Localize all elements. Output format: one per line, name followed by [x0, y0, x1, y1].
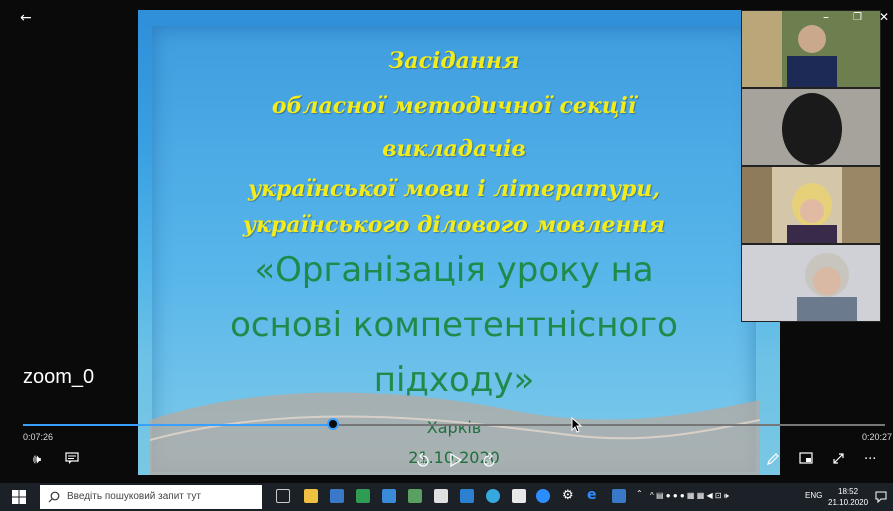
notification-icon[interactable] [875, 491, 887, 503]
participant-video-2[interactable] [741, 88, 881, 166]
photos-icon[interactable] [382, 489, 396, 503]
participant-video-4[interactable] [741, 244, 881, 322]
minimize-button[interactable]: – [823, 10, 829, 24]
participant-2-image [742, 89, 880, 165]
app-icon-2[interactable] [434, 489, 448, 503]
fullscreen-icon[interactable] [832, 452, 845, 469]
search-icon [48, 491, 60, 503]
tray-icons[interactable]: ^ ▤ ● ● ● ▦ ▦ ◀ ⊡ 🕪 [650, 491, 729, 501]
seek-bar-progress [23, 424, 334, 426]
seek-bar[interactable] [23, 418, 885, 430]
zoom-app-icon[interactable] [536, 489, 550, 503]
current-time: 0:07:26 [23, 432, 54, 442]
task-view-icon[interactable] [276, 489, 290, 503]
slide-topic-line-1: «Організація уроку на [254, 250, 654, 290]
edge-icon[interactable]: e [587, 487, 601, 503]
taskbar: Введіть пошуковий запит тут ⚙ e ⌃ ^ ▤ ● … [0, 483, 893, 511]
tray-chevron-icon[interactable]: ⌃ [636, 489, 643, 498]
maximize-button[interactable]: ❐ [853, 12, 862, 23]
app-icon-3[interactable] [612, 489, 626, 503]
slide-heading-line-5: українського ділового мовлення [242, 212, 666, 238]
slide-heading-line-2: обласної методичної секції [271, 93, 637, 119]
clock-time: 18:52 [838, 487, 859, 496]
settings-icon[interactable]: ⚙ [562, 488, 576, 503]
skip-forward-icon[interactable]: 30 [480, 452, 498, 474]
participant-video-3[interactable] [741, 166, 881, 244]
volume-icon[interactable]: 🕪 [33, 452, 41, 467]
svg-text:30: 30 [486, 461, 492, 467]
calculator-icon[interactable] [330, 489, 344, 503]
participant-3-image [742, 167, 880, 243]
taskbar-search-box[interactable]: Введіть пошуковий запит тут [40, 485, 262, 509]
chrome-icon[interactable] [486, 489, 500, 503]
play-icon[interactable] [449, 452, 463, 472]
search-placeholder: Введіть пошуковий запит тут [67, 491, 201, 502]
video-player-window: Засідання обласної методичної секції вик… [0, 0, 893, 483]
mail-icon[interactable] [460, 489, 474, 503]
slide-heading-line-1: Засідання [388, 48, 520, 74]
keyboard-language[interactable]: ENG [805, 491, 822, 500]
file-explorer-icon[interactable] [304, 489, 318, 503]
mouse-cursor-icon [571, 417, 583, 433]
slide-topic-line-3: підходу» [373, 360, 535, 400]
skip-back-icon[interactable]: 10 [414, 452, 432, 474]
back-button[interactable]: ← [20, 10, 32, 26]
miniplayer-icon[interactable] [799, 452, 813, 468]
subtitles-icon[interactable] [65, 452, 79, 469]
slide-topic-line-2: основі компетентнісного [230, 305, 678, 345]
video-title: zoom_0 [23, 366, 95, 388]
slide-heading-line-4: української мови і літератури, [247, 176, 661, 202]
store-icon[interactable] [512, 489, 526, 503]
participant-4-image [742, 245, 880, 321]
clock-date: 21.10.2020 [828, 498, 869, 507]
close-button[interactable]: ✕ [879, 10, 889, 24]
excel-icon[interactable] [356, 489, 370, 503]
svg-text:10: 10 [420, 461, 426, 467]
total-time: 0:20:27 [862, 432, 893, 442]
pen-icon[interactable] [766, 452, 780, 470]
app-icon-1[interactable] [408, 489, 422, 503]
taskbar-clock[interactable]: 18:52 21.10.2020 [828, 486, 868, 508]
more-icon[interactable]: ··· [864, 452, 876, 467]
slide-heading-line-3: викладачів [382, 136, 526, 162]
slide-city: Харків [426, 418, 482, 437]
windows-start-icon[interactable] [12, 490, 26, 504]
